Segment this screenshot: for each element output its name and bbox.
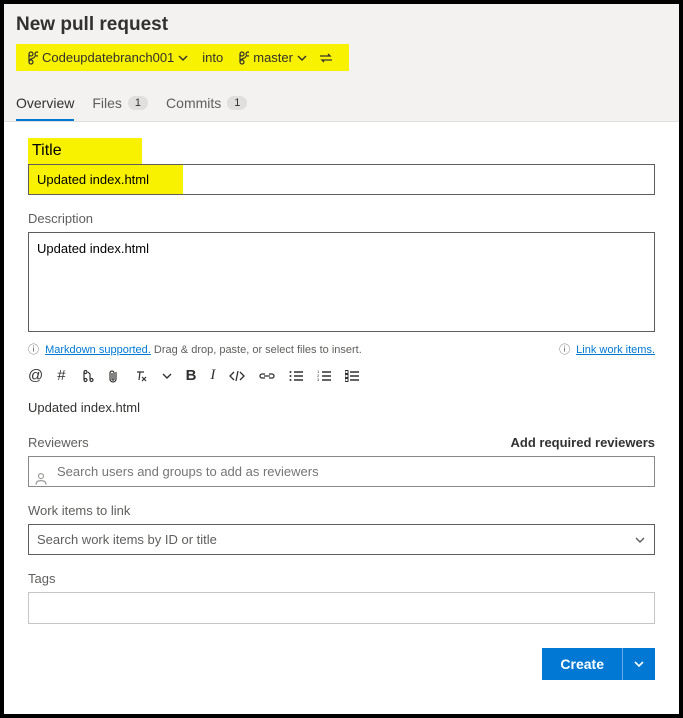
reviewers-search-input[interactable]: [28, 456, 655, 487]
title-label: Title: [28, 138, 142, 164]
pullrequest-button[interactable]: [80, 367, 94, 384]
description-label: Description: [28, 211, 655, 226]
tab-label: Files: [92, 95, 122, 111]
create-button[interactable]: Create: [542, 648, 622, 680]
numberlist-button[interactable]: 123: [317, 367, 331, 384]
chevron-down-icon: [633, 658, 645, 670]
code-button[interactable]: [229, 367, 245, 384]
tags-input[interactable]: [28, 592, 655, 624]
swap-icon: [319, 52, 333, 64]
info-icon: ⓘ: [559, 344, 570, 356]
link-button[interactable]: [259, 367, 275, 384]
workitems-placeholder: Search work items by ID or title: [37, 532, 217, 547]
commits-count-badge: 1: [227, 96, 247, 110]
markdown-hint: Drag & drop, paste, or select files to i…: [154, 344, 362, 356]
tab-label: Overview: [16, 95, 74, 111]
chevron-down-icon: [634, 534, 646, 546]
branch-icon: [237, 51, 249, 65]
source-branch-selector[interactable]: Codeupdatebranch001: [26, 50, 188, 65]
source-branch-name: Codeupdatebranch001: [42, 50, 174, 65]
page-title: New pull request: [16, 14, 667, 36]
description-textarea[interactable]: [28, 232, 655, 332]
create-dropdown-button[interactable]: [622, 648, 655, 680]
target-branch-selector[interactable]: master: [237, 50, 307, 65]
info-icon: ⓘ: [28, 344, 39, 356]
bold-button[interactable]: B: [186, 367, 197, 384]
chevron-down-icon[interactable]: [162, 367, 172, 384]
link-work-items-link[interactable]: Link work items.: [576, 344, 655, 356]
svg-text:3: 3: [317, 377, 320, 382]
reviewers-label: Reviewers: [28, 435, 89, 450]
heading-button[interactable]: #: [57, 367, 65, 384]
markdown-supported-link[interactable]: Markdown supported.: [45, 344, 151, 356]
person-icon: [34, 471, 48, 485]
target-branch-name: master: [253, 50, 293, 65]
swap-branches-button[interactable]: [313, 52, 339, 64]
tabs: Overview Files 1 Commits 1: [16, 87, 667, 121]
branch-icon: [26, 51, 38, 65]
mention-button[interactable]: @: [28, 367, 43, 384]
chevron-down-icon: [297, 53, 307, 63]
workitems-label: Work items to link: [28, 503, 655, 518]
checklist-button[interactable]: [345, 367, 359, 384]
branch-selector-bar: Codeupdatebranch001 into master: [16, 44, 349, 71]
italic-button[interactable]: I: [210, 367, 215, 384]
clear-format-button[interactable]: [134, 367, 148, 384]
attach-button[interactable]: [108, 367, 120, 384]
tab-overview[interactable]: Overview: [16, 87, 74, 121]
chevron-down-icon: [178, 53, 188, 63]
add-required-reviewers-button[interactable]: Add required reviewers: [511, 435, 656, 450]
into-label: into: [194, 50, 231, 65]
editor-toolbar: @ # B I 123: [28, 363, 655, 400]
tab-files[interactable]: Files 1: [92, 87, 148, 121]
tab-commits[interactable]: Commits 1: [166, 87, 247, 121]
description-preview: Updated index.html: [28, 400, 655, 415]
files-count-badge: 1: [128, 96, 148, 110]
tags-label: Tags: [28, 571, 655, 586]
title-input[interactable]: [28, 164, 655, 195]
tab-label: Commits: [166, 95, 221, 111]
workitems-select[interactable]: Search work items by ID or title: [28, 524, 655, 555]
bulletlist-button[interactable]: [289, 367, 303, 384]
